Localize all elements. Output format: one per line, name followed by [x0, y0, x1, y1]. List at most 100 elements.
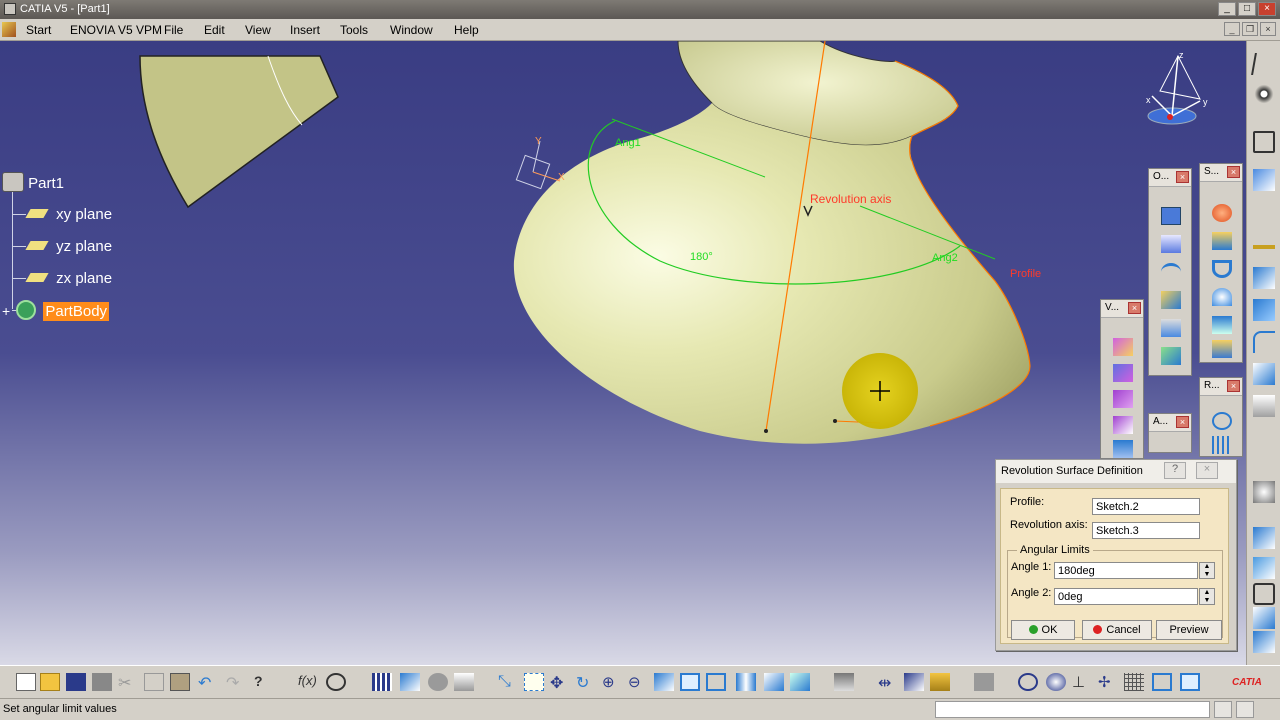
tree-node-part1[interactable]: Part1: [2, 172, 64, 192]
snap-icon[interactable]: [1180, 673, 1200, 691]
plane-tool-icon[interactable]: [1253, 267, 1275, 289]
dialog-help-button[interactable]: ?: [1164, 462, 1186, 479]
ok-button[interactable]: OK: [1011, 620, 1075, 640]
tree-node-zx-plane[interactable]: zx plane: [25, 270, 112, 287]
minimize-button[interactable]: _: [1218, 2, 1236, 16]
parallel-curve-icon[interactable]: [1253, 583, 1275, 605]
tree-node-partbody[interactable]: + PartBody: [2, 300, 110, 321]
maximize-button[interactable]: □: [1238, 2, 1256, 16]
extrude-icon[interactable]: [1212, 204, 1232, 222]
connect-icon[interactable]: [1253, 557, 1275, 579]
menu-edit[interactable]: Edit: [204, 23, 225, 37]
extract-icon[interactable]: [1161, 347, 1181, 365]
line-icon[interactable]: [1253, 245, 1275, 249]
menu-insert[interactable]: Insert: [290, 23, 320, 37]
copy-icon[interactable]: [144, 673, 164, 691]
menu-window[interactable]: Window: [390, 23, 433, 37]
save-icon[interactable]: [66, 673, 86, 691]
doc-close-button[interactable]: ×: [1260, 22, 1276, 36]
toolbox-close-button[interactable]: ×: [1128, 302, 1141, 314]
dialog-close-button[interactable]: ×: [1196, 462, 1218, 479]
join-icon[interactable]: [1161, 207, 1181, 225]
measure-item-icon[interactable]: [904, 673, 924, 691]
measure-icon[interactable]: ⇹: [878, 673, 898, 692]
multi-view-icon[interactable]: [680, 673, 700, 691]
expand-icon[interactable]: +: [2, 303, 12, 319]
design-table-icon[interactable]: [400, 673, 420, 691]
angle2-field[interactable]: 0deg: [1054, 588, 1198, 605]
volume-revolve-icon[interactable]: [1113, 364, 1133, 382]
status-icon-2[interactable]: [1236, 701, 1254, 718]
volume-fill-icon[interactable]: [1113, 416, 1133, 434]
point-icon[interactable]: [1253, 169, 1275, 191]
repetition-icon[interactable]: [1212, 412, 1232, 430]
intersection-icon[interactable]: [1253, 607, 1275, 629]
toolbox-close-button[interactable]: ×: [1227, 166, 1240, 178]
command-input[interactable]: [935, 701, 1210, 718]
volume-thick-icon[interactable]: [1113, 440, 1133, 458]
fit-all-icon[interactable]: ⤡: [498, 673, 518, 691]
helix-icon[interactable]: [1253, 395, 1275, 417]
formula-icon[interactable]: f(x): [298, 673, 318, 691]
comment-icon[interactable]: [326, 673, 346, 691]
preview-button[interactable]: Preview: [1156, 620, 1222, 640]
redo-icon[interactable]: ↷: [226, 673, 246, 692]
toolbox-volumes[interactable]: V... ×: [1100, 299, 1144, 459]
print-icon[interactable]: [92, 673, 112, 691]
doc-minimize-button[interactable]: _: [1224, 22, 1240, 36]
open-icon[interactable]: [40, 673, 60, 691]
toolbox-close-button[interactable]: ×: [1176, 171, 1189, 183]
projection-icon[interactable]: [1253, 299, 1275, 321]
menu-view[interactable]: View: [245, 23, 271, 37]
toolbox-surfaces[interactable]: S... ×: [1199, 163, 1243, 363]
catalog-icon[interactable]: [428, 673, 448, 691]
pan-icon[interactable]: ✥: [550, 673, 570, 692]
3d-grid-icon[interactable]: ✢: [1098, 673, 1118, 691]
apply-material-icon[interactable]: [974, 673, 994, 691]
law-icon[interactable]: [1253, 481, 1275, 503]
toolbox-analysis[interactable]: A... ×: [1148, 413, 1192, 453]
new-icon[interactable]: [16, 673, 36, 691]
select-icon[interactable]: [1251, 53, 1277, 75]
split-icon[interactable]: [1161, 291, 1181, 309]
untrim-icon[interactable]: [1161, 263, 1181, 281]
cut-icon[interactable]: ✂: [118, 673, 138, 692]
angle1-field[interactable]: 180deg: [1054, 562, 1198, 579]
sketcher-icon[interactable]: [1253, 131, 1275, 153]
spline-icon[interactable]: [1253, 363, 1275, 385]
doc-restore-button[interactable]: ❐: [1242, 22, 1258, 36]
paste-icon[interactable]: [170, 673, 190, 691]
tree-node-xy-plane[interactable]: xy plane: [25, 206, 112, 223]
compass-tool-icon[interactable]: [1046, 673, 1066, 691]
law-tool-icon[interactable]: [454, 673, 474, 691]
catia-logo-icon[interactable]: [2, 22, 16, 37]
shading-icon[interactable]: [736, 673, 756, 691]
status-icon-1[interactable]: [1214, 701, 1232, 718]
menu-file[interactable]: File: [164, 23, 183, 37]
corner-icon[interactable]: [1253, 331, 1275, 353]
grid-icon[interactable]: [1124, 673, 1144, 691]
healing-icon[interactable]: [1161, 235, 1181, 253]
volume-extrude-icon[interactable]: [1113, 338, 1133, 356]
whats-this-icon[interactable]: ?: [254, 673, 274, 691]
menu-help[interactable]: Help: [454, 23, 479, 37]
menu-tools[interactable]: Tools: [340, 23, 368, 37]
cancel-button[interactable]: Cancel: [1082, 620, 1152, 640]
toolbox-close-button[interactable]: ×: [1176, 416, 1189, 428]
iso-view-icon[interactable]: [706, 673, 726, 691]
hide-show-icon[interactable]: [764, 673, 784, 691]
offset-icon[interactable]: [1212, 232, 1232, 250]
sphere-icon[interactable]: [1212, 288, 1232, 306]
sketch-icon[interactable]: [1253, 83, 1275, 105]
sweep-icon[interactable]: [1212, 260, 1232, 278]
fill-icon[interactable]: [1212, 340, 1232, 358]
trim-icon[interactable]: [1161, 319, 1181, 337]
close-window-button[interactable]: ×: [1258, 2, 1276, 16]
angle1-spinner[interactable]: ▲ ▼: [1199, 562, 1215, 579]
menu-start[interactable]: Start: [26, 23, 51, 37]
profile-field[interactable]: Sketch.2: [1092, 498, 1200, 515]
zoom-in-icon[interactable]: ⊕: [602, 673, 622, 691]
inertia-icon[interactable]: [930, 673, 950, 691]
tree-node-yz-plane[interactable]: yz plane: [25, 238, 112, 255]
normal-view-icon[interactable]: [654, 673, 674, 691]
